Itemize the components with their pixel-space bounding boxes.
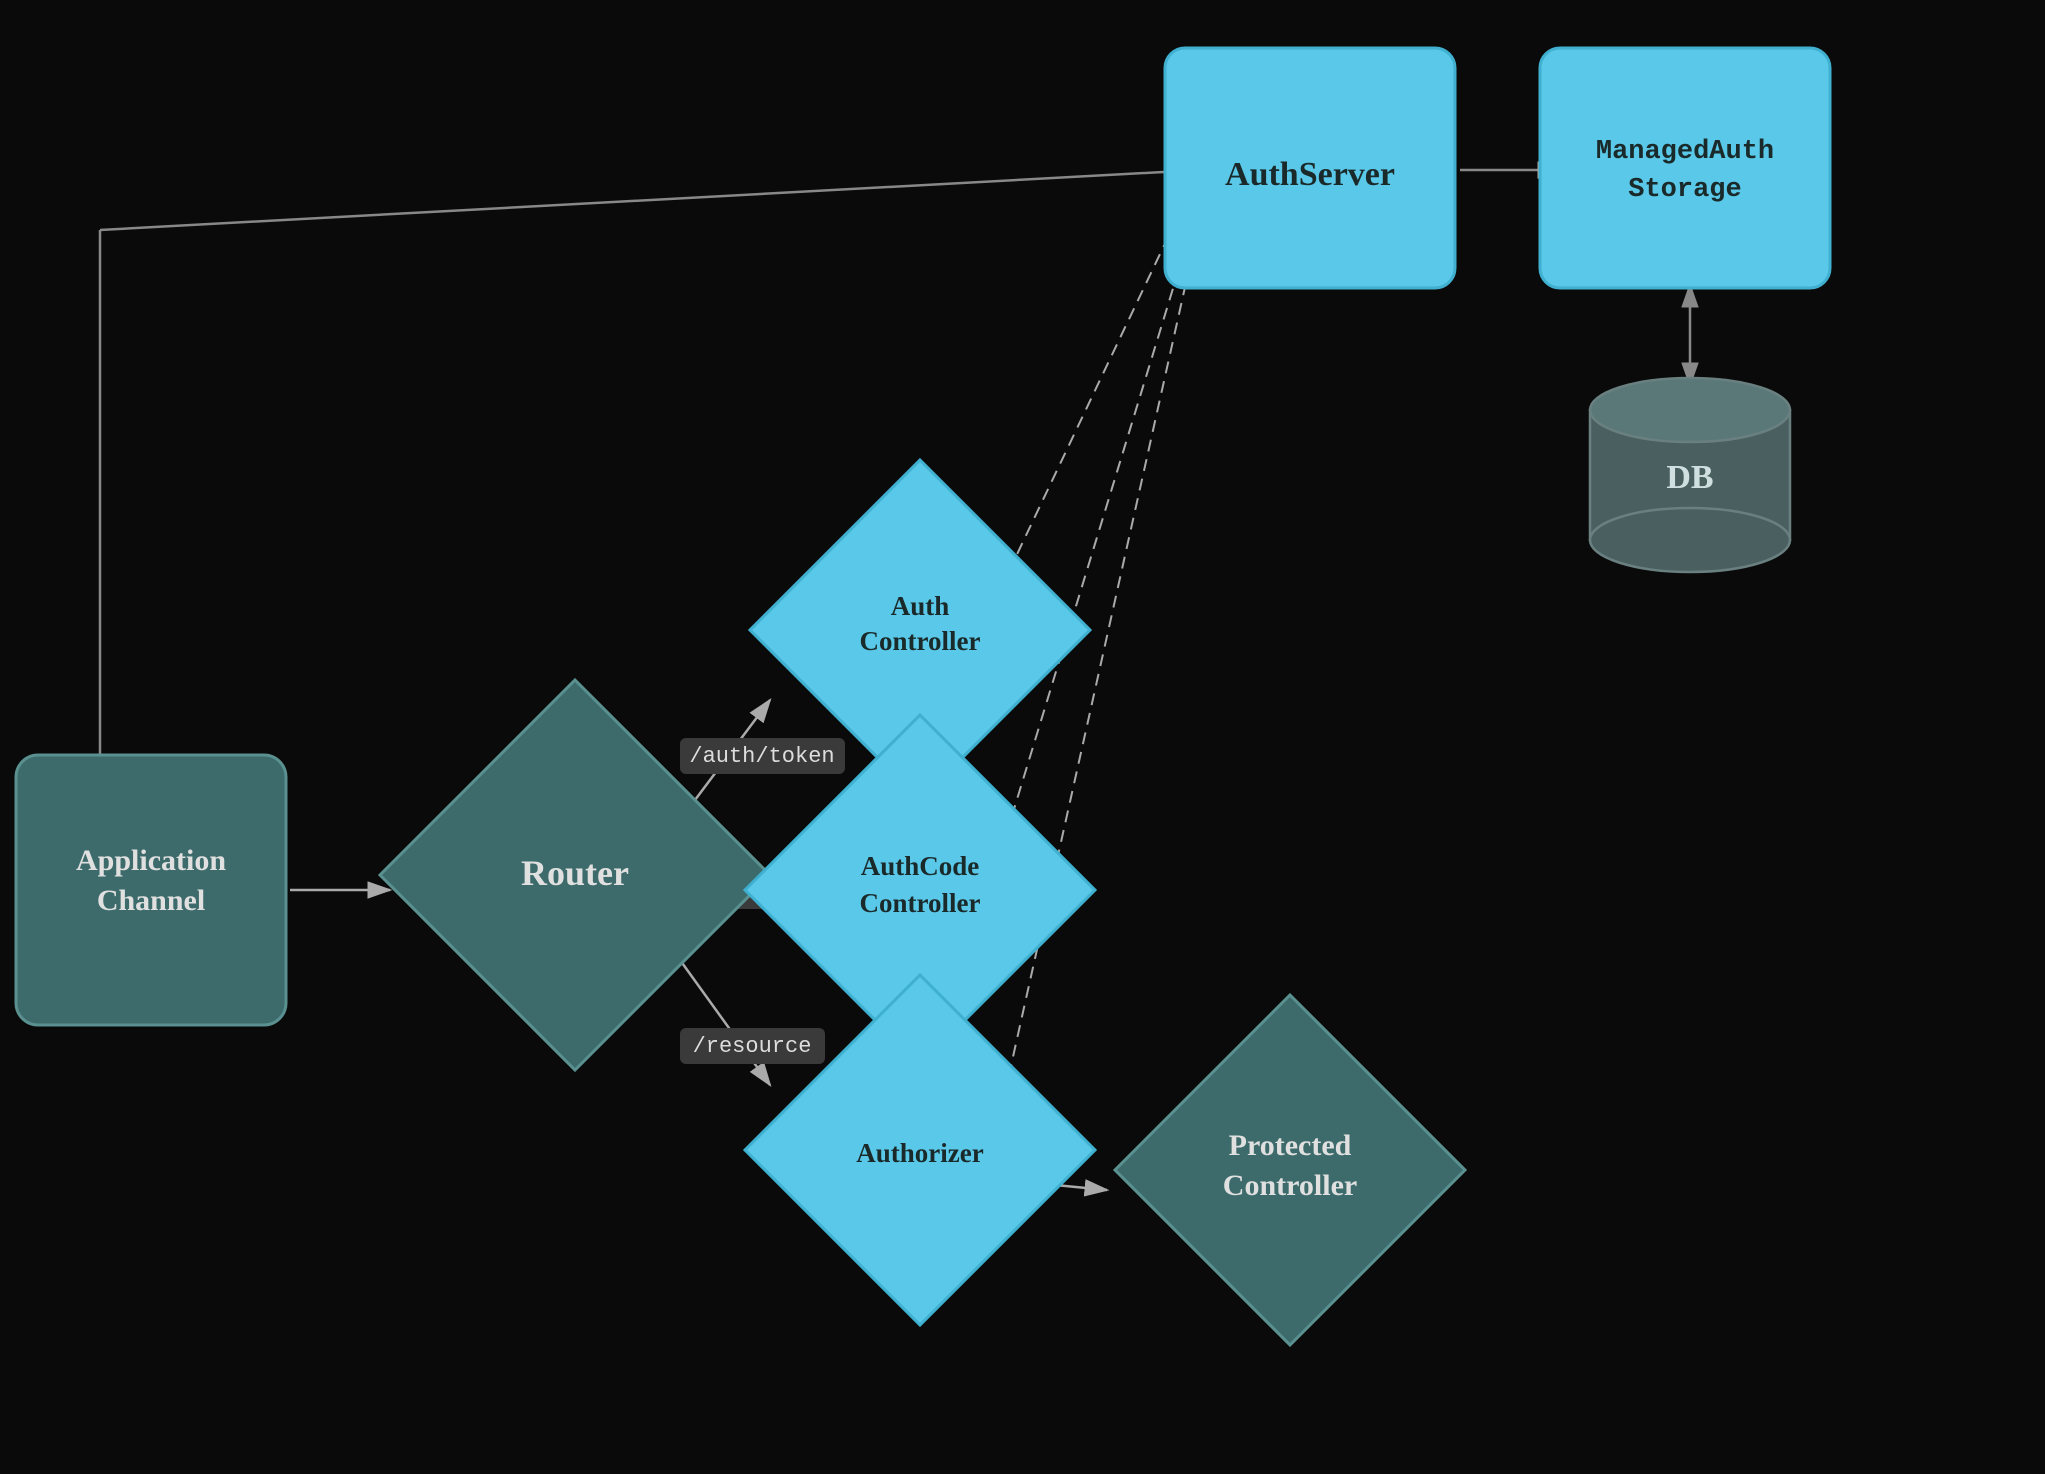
architecture-diagram: /auth/token /auth/code /resource Applica… xyxy=(0,0,2045,1474)
protected-controller-label2: Controller xyxy=(1223,1169,1357,1202)
router-label: Router xyxy=(521,853,629,893)
managed-auth-storage-label2: Storage xyxy=(1628,175,1741,205)
app-to-authserver-line xyxy=(100,170,1200,230)
authcode-controller-label: AuthCode xyxy=(861,851,980,881)
protected-controller-label: Protected xyxy=(1229,1129,1352,1162)
auth-controller-label: Auth xyxy=(891,591,950,621)
application-channel-label2: Channel xyxy=(97,884,205,917)
db-label: DB xyxy=(1666,459,1713,496)
db-cylinder-top xyxy=(1590,378,1790,442)
auth-server-label: AuthServer xyxy=(1225,156,1395,193)
authorizer-label: Authorizer xyxy=(856,1138,983,1168)
managed-auth-storage-node xyxy=(1540,48,1830,288)
resource-label: /resource xyxy=(693,1034,812,1059)
router-to-authorizer xyxy=(680,960,770,1085)
auth-controller-label2: Controller xyxy=(860,626,981,656)
authcode-controller-label2: Controller xyxy=(860,888,981,918)
managed-auth-storage-label: ManagedAuth xyxy=(1596,137,1774,167)
db-cylinder-bottom xyxy=(1590,508,1790,572)
application-channel-label: Application xyxy=(76,844,226,877)
auth-token-label: /auth/token xyxy=(689,744,834,769)
